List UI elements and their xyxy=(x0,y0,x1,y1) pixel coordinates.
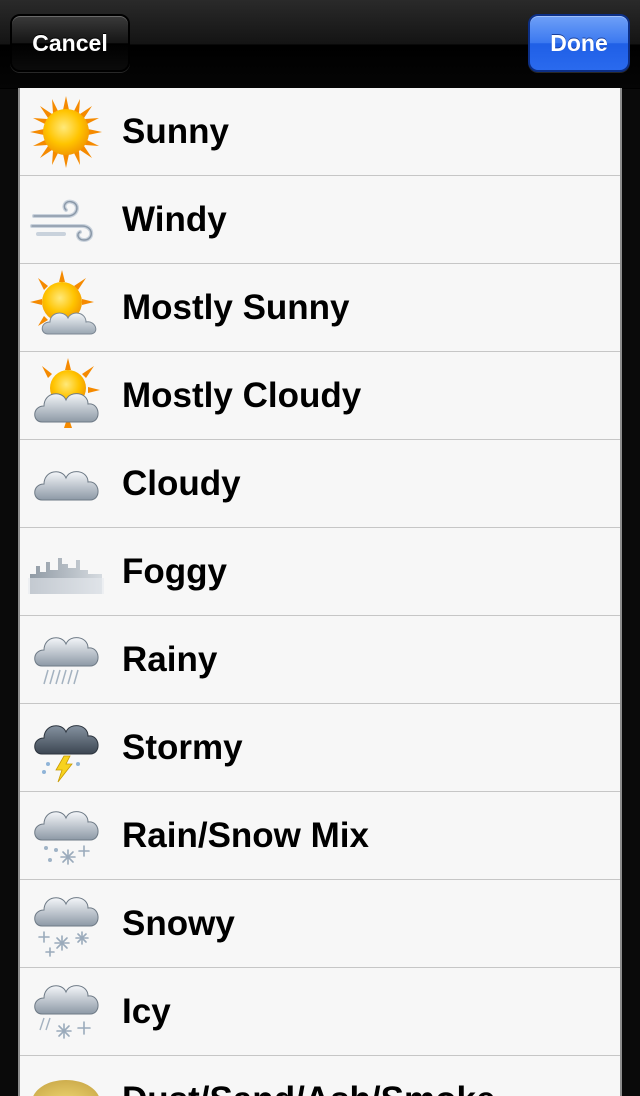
condition-label: Windy xyxy=(122,200,227,239)
condition-label: Sunny xyxy=(122,112,229,151)
list-item-windy[interactable]: Windy xyxy=(20,176,620,264)
sun-icon xyxy=(30,96,102,168)
weather-condition-list: Sunny Windy Mostly Sunny Mostly Cloudy C… xyxy=(18,88,622,1096)
condition-label: Rainy xyxy=(122,640,218,679)
condition-label: Cloudy xyxy=(122,464,241,503)
done-button[interactable]: Done xyxy=(528,14,630,72)
ice-icon xyxy=(34,985,99,1039)
rain-icon xyxy=(34,637,99,685)
list-item-rainy[interactable]: Rainy xyxy=(20,616,620,704)
list-item-dust-sand-ash-smoke[interactable]: Dust/Sand/Ash/Smoke xyxy=(20,1056,620,1096)
sun-cloud-icon xyxy=(30,270,97,335)
cloud-icon xyxy=(34,471,99,501)
list-item-rain-snow-mix[interactable]: Rain/Snow Mix xyxy=(20,792,620,880)
condition-label: Rain/Snow Mix xyxy=(122,816,369,855)
snow-icon xyxy=(34,897,99,957)
list-item-foggy[interactable]: Foggy xyxy=(20,528,620,616)
list-item-snowy[interactable]: Snowy xyxy=(20,880,620,968)
condition-label: Icy xyxy=(122,992,171,1031)
list-item-icy[interactable]: Icy xyxy=(20,968,620,1056)
list-item-cloudy[interactable]: Cloudy xyxy=(20,440,620,528)
list-item-mostly-cloudy[interactable]: Mostly Cloudy xyxy=(20,352,620,440)
condition-label: Dust/Sand/Ash/Smoke xyxy=(122,1056,495,1096)
rain-snow-icon xyxy=(34,811,99,865)
fog-icon xyxy=(28,558,104,594)
storm-icon xyxy=(34,725,99,783)
condition-label: Snowy xyxy=(122,904,235,943)
condition-label: Foggy xyxy=(122,552,227,591)
condition-label: Mostly Cloudy xyxy=(122,376,362,415)
list-item-stormy[interactable]: Stormy xyxy=(20,704,620,792)
condition-label: Stormy xyxy=(122,728,243,767)
list-item-mostly-sunny[interactable]: Mostly Sunny xyxy=(20,264,620,352)
condition-label: Mostly Sunny xyxy=(122,288,350,327)
cloud-sun-icon xyxy=(34,358,100,428)
dust-icon xyxy=(33,1080,99,1096)
wind-icon xyxy=(30,199,94,243)
list-item-sunny[interactable]: Sunny xyxy=(20,88,620,176)
cancel-button[interactable]: Cancel xyxy=(10,14,130,72)
toolbar: Cancel Done xyxy=(0,0,640,89)
